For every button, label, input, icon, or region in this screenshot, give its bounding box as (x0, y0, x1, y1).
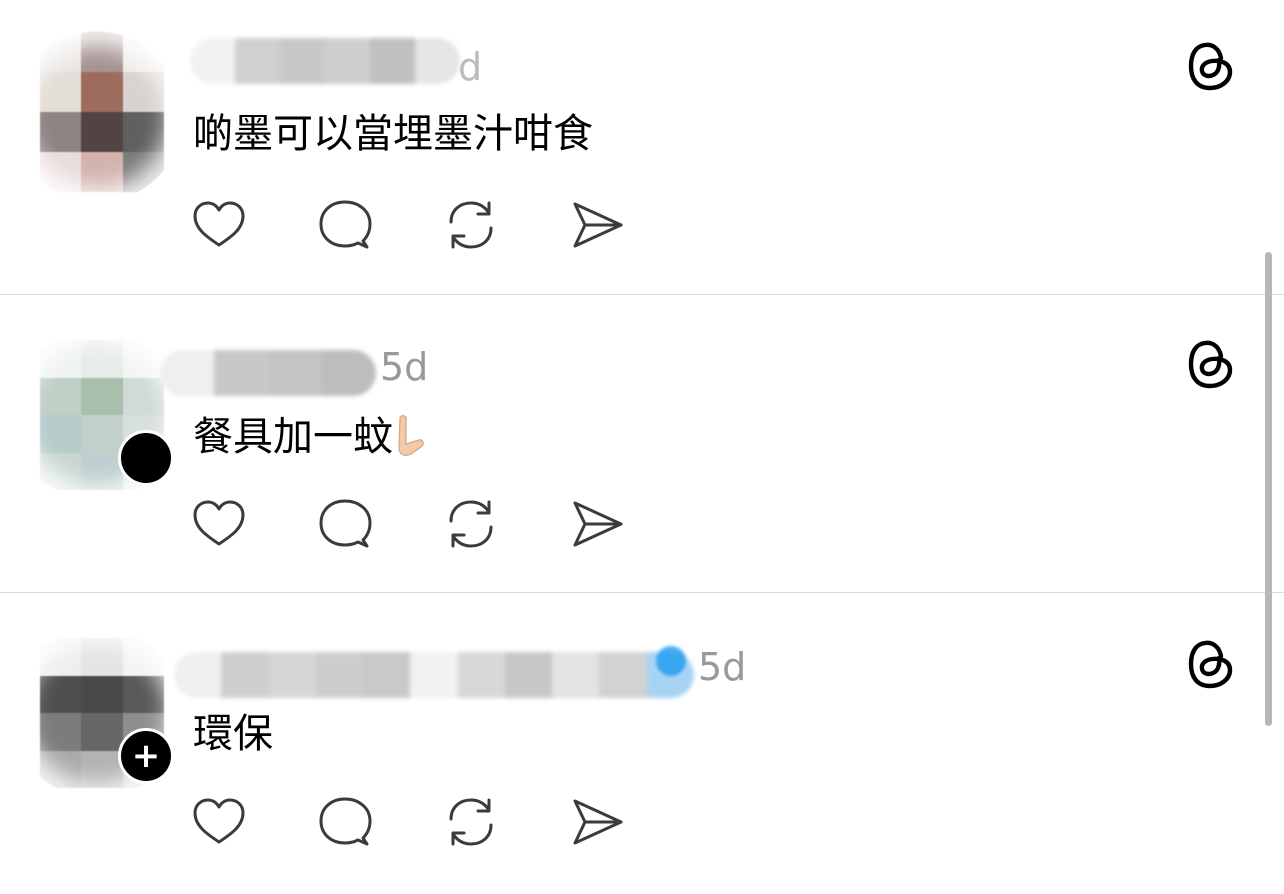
repost-button[interactable] (442, 794, 500, 850)
reply-button[interactable] (316, 496, 374, 552)
post-text: 啲墨可以當埋墨汁咁食 (193, 111, 593, 157)
username-redacted[interactable] (160, 350, 376, 396)
heart-icon (193, 798, 245, 844)
threads-logo-icon[interactable] (1185, 338, 1237, 390)
avatar[interactable]: + (12, 628, 182, 798)
username-redacted[interactable] (190, 38, 460, 84)
reply-post: 5d 餐具加一蚊 (0, 298, 1284, 596)
avatar[interactable] (12, 32, 182, 202)
scrollbar[interactable] (1265, 252, 1272, 726)
reply-post: d 啲墨可以當埋墨汁咁食 (0, 0, 1284, 298)
reply-button[interactable] (316, 197, 374, 253)
divider (0, 592, 1284, 593)
comment-icon (319, 499, 372, 548)
share-icon (573, 202, 623, 248)
repost-button[interactable] (442, 197, 500, 253)
threads-logo-icon[interactable] (1185, 40, 1237, 92)
share-button[interactable] (568, 197, 626, 253)
timestamp: 5d (380, 345, 429, 389)
divider (0, 294, 1284, 295)
reply-post: + 5d 環保 (0, 596, 1284, 894)
raised-back-of-hand-emoji (398, 415, 424, 456)
repost-icon (449, 798, 493, 846)
post-text: 環保 (193, 711, 273, 757)
comment-icon (319, 200, 372, 249)
like-button[interactable] (190, 197, 248, 253)
threads-logo-icon[interactable] (1185, 638, 1237, 690)
like-button[interactable] (190, 496, 248, 552)
repost-icon (449, 500, 493, 548)
comment-icon (319, 797, 372, 846)
timestamp: d (458, 45, 483, 89)
reply-button[interactable] (316, 794, 374, 850)
post-text-content: 餐具加一蚊 (193, 414, 393, 460)
share-icon (573, 799, 623, 845)
username-redacted[interactable] (174, 652, 694, 698)
repost-icon (449, 201, 493, 249)
heart-icon (193, 201, 245, 247)
timestamp: 5d (698, 645, 747, 689)
share-button[interactable] (568, 496, 626, 552)
follow-badge[interactable]: + (118, 728, 174, 784)
follow-badge[interactable] (118, 430, 174, 486)
like-button[interactable] (190, 794, 248, 850)
avatar[interactable] (12, 330, 182, 500)
heart-icon (193, 500, 245, 546)
post-text: 餐具加一蚊 (193, 414, 425, 458)
verified-badge-icon (656, 646, 686, 676)
repost-button[interactable] (442, 496, 500, 552)
share-icon (573, 501, 623, 547)
share-button[interactable] (568, 794, 626, 850)
